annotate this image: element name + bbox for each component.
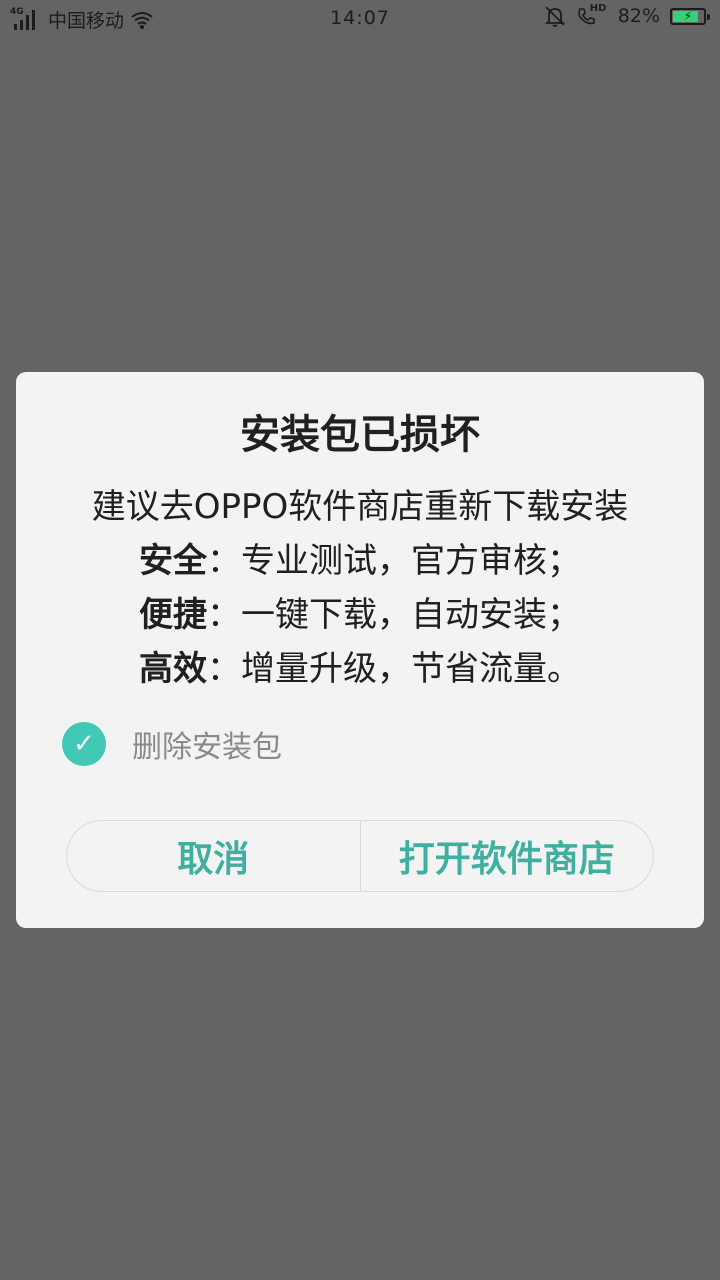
- battery-icon: ⚡: [670, 7, 710, 25]
- delete-package-label: 删除安装包: [132, 730, 282, 765]
- status-right: HD 82% ⚡: [544, 3, 710, 27]
- message-line-safety: 安全：专业测试，官方审核；: [139, 541, 581, 581]
- efficiency-label: 高效: [139, 649, 207, 689]
- dialog-title: 安装包已损坏: [240, 412, 480, 458]
- corrupted-package-dialog: 安装包已损坏 建议去OPPO软件商店重新下载安装 安全：专业测试，官方审核； 便…: [16, 372, 704, 928]
- battery-percent: 82%: [617, 5, 660, 27]
- status-bar: 4G 中国移动 14:07 HD 82% ⚡: [0, 0, 720, 36]
- message-line-convenience: 便捷：一键下载，自动安装；: [139, 595, 581, 635]
- dialog-message: 建议去OPPO软件商店重新下载安装 安全：专业测试，官方审核； 便捷：一键下载，…: [16, 480, 704, 696]
- message-line-suggestion: 建议去OPPO软件商店重新下载安装: [91, 487, 629, 527]
- checkbox-checked-icon[interactable]: ✓: [62, 722, 106, 766]
- convenience-label: 便捷: [139, 595, 207, 635]
- charging-bolt-icon: ⚡: [683, 8, 693, 23]
- message-line-efficiency: 高效：增量升级，节省流量。: [139, 649, 581, 689]
- bell-off-icon: [544, 6, 565, 27]
- safety-label: 安全: [139, 541, 207, 581]
- hd-call-icon: HD: [576, 3, 608, 27]
- delete-package-option[interactable]: ✓ 删除安装包: [62, 722, 282, 766]
- dialog-buttons: 取消 打开软件商店: [66, 820, 654, 892]
- cancel-button[interactable]: 取消: [67, 821, 361, 891]
- hd-label: HD: [589, 3, 607, 14]
- open-store-button[interactable]: 打开软件商店: [361, 821, 654, 891]
